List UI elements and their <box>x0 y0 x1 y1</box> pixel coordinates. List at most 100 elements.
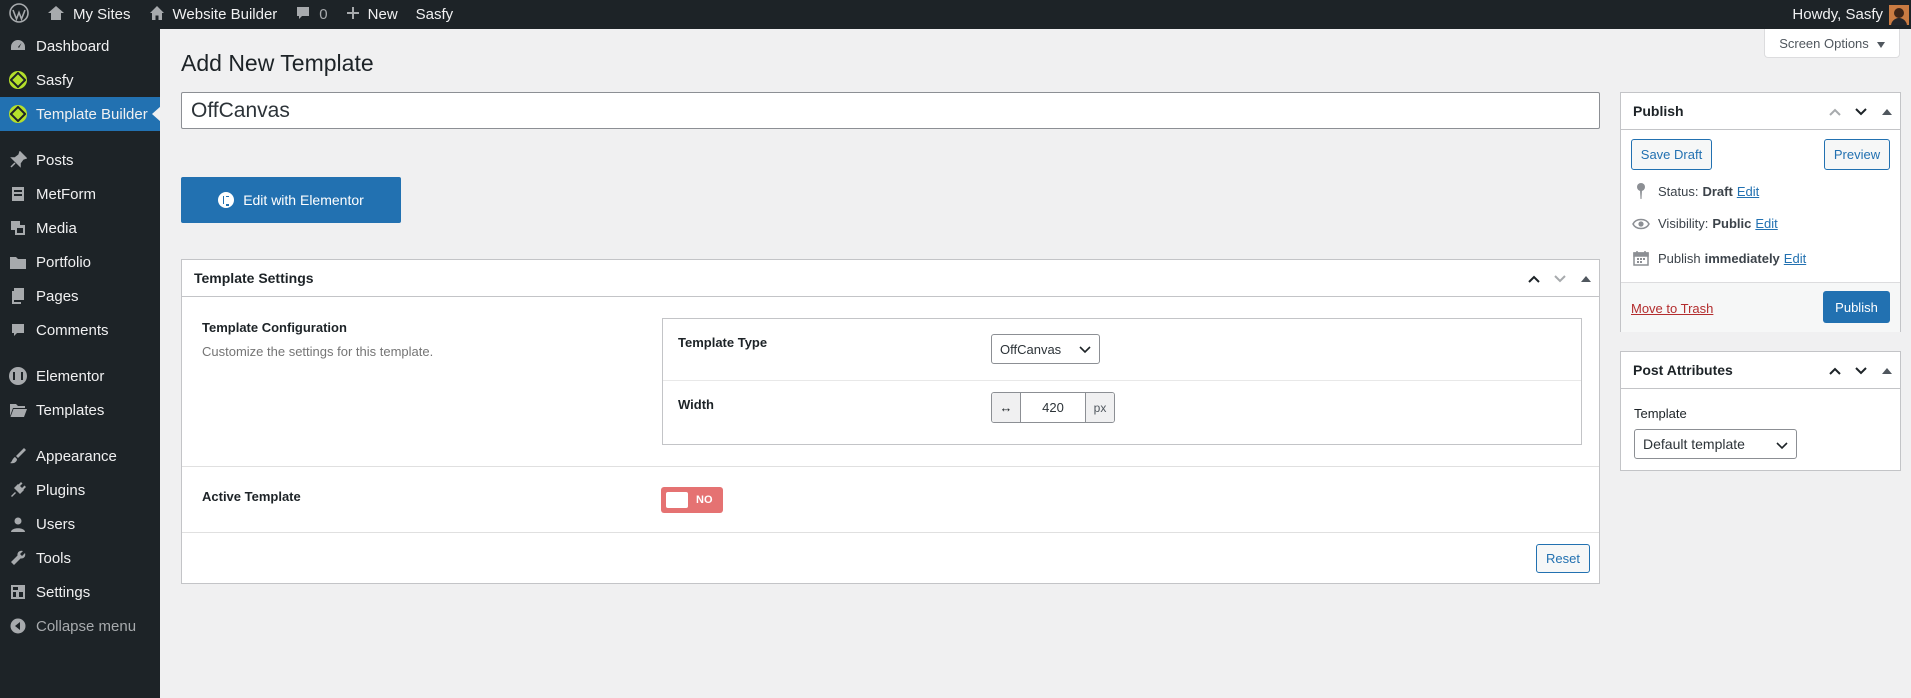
visibility-value: Public <box>1712 216 1752 231</box>
sidebar-item-label: Pages <box>36 287 79 305</box>
home-icon <box>149 5 165 25</box>
status-row: Status: Draft Edit <box>1631 182 1759 200</box>
sidebar-item-label: Plugins <box>36 481 86 499</box>
my-sites-link[interactable]: My Sites <box>38 0 140 29</box>
elementor-icon <box>218 192 235 208</box>
new-content-link[interactable]: New <box>337 0 407 29</box>
sasfy-link[interactable]: Sasfy <box>407 0 463 29</box>
sidebar-item-posts[interactable]: Posts <box>0 143 160 177</box>
pin-icon <box>1631 182 1651 200</box>
sidebar-item-label: Templates <box>36 401 105 419</box>
form-icon <box>9 185 27 203</box>
template-label: Template <box>1634 406 1687 421</box>
chevron-down-icon <box>1079 343 1091 358</box>
template-select-value: Default template <box>1643 436 1745 452</box>
folder-icon <box>9 253 27 271</box>
sidebar-item-label: Sasfy <box>36 71 74 89</box>
sidebar-item-label: Media <box>36 219 77 237</box>
site-name-label: Website Builder <box>172 6 278 23</box>
edit-visibility-link[interactable]: Edit <box>1755 216 1777 231</box>
sidebar-item-users[interactable]: Users <box>0 507 160 541</box>
box-controls <box>1822 93 1900 130</box>
toggle-state-label: NO <box>696 494 713 506</box>
width-unit: px <box>1085 393 1114 422</box>
reset-button[interactable]: Reset <box>1536 544 1590 573</box>
post-attributes-header: Post Attributes <box>1621 352 1900 389</box>
my-sites-label: My Sites <box>73 6 131 23</box>
visibility-label: Visibility: <box>1658 216 1709 231</box>
sidebar-item-sasfy[interactable]: Sasfy <box>0 63 160 97</box>
publish-button[interactable]: Publish <box>1823 291 1890 323</box>
publish-actions: Move to Trash Publish <box>1621 282 1900 332</box>
comment-icon <box>295 5 311 25</box>
move-up-icon[interactable] <box>1822 108 1848 116</box>
dashboard-icon <box>9 37 27 55</box>
media-icon <box>9 219 27 237</box>
sidebar-item-dashboard[interactable]: Dashboard <box>0 29 160 63</box>
sidebar-item-settings[interactable]: Settings <box>0 575 160 609</box>
sidebar-item-pages[interactable]: Pages <box>0 279 160 313</box>
sidebar-item-templates[interactable]: Templates <box>0 393 160 427</box>
configuration-fields: Template Type OffCanvas Width ↔ 420 px <box>662 318 1582 445</box>
sidebar-item-template-builder[interactable]: Template Builder <box>0 97 161 131</box>
sidebar-item-label: MetForm <box>36 185 96 203</box>
template-select[interactable]: Default template <box>1634 429 1797 459</box>
save-draft-button[interactable]: Save Draft <box>1631 139 1712 170</box>
eye-icon <box>1631 218 1651 230</box>
move-to-trash-link[interactable]: Move to Trash <box>1631 301 1713 316</box>
toggle-panel-icon[interactable] <box>1874 108 1900 115</box>
toggle-panel-icon[interactable] <box>1874 367 1900 374</box>
preview-button[interactable]: Preview <box>1824 139 1890 170</box>
width-input[interactable]: 420 <box>1021 393 1085 422</box>
collapse-menu-button[interactable]: Collapse menu <box>0 609 160 643</box>
sidebar-item-media[interactable]: Media <box>0 211 160 245</box>
sidebar-item-portfolio[interactable]: Portfolio <box>0 245 160 279</box>
move-down-icon[interactable] <box>1848 107 1874 116</box>
sidebar-item-elementor[interactable]: Elementor <box>0 359 160 393</box>
sidebar-item-label: Dashboard <box>36 37 110 55</box>
site-name-link[interactable]: Website Builder <box>140 0 287 29</box>
sidebar-item-metform[interactable]: MetForm <box>0 177 160 211</box>
publish-date-row: Publish immediately Edit <box>1631 250 1806 266</box>
templates-folder-icon <box>9 401 27 419</box>
template-builder-icon <box>9 105 27 123</box>
calendar-icon <box>1631 250 1651 266</box>
edit-with-elementor-button[interactable]: Edit with Elementor <box>181 177 401 223</box>
avatar <box>1889 4 1909 25</box>
width-arrows-icon: ↔ <box>992 393 1021 422</box>
publish-value: immediately <box>1704 250 1780 266</box>
chevron-down-icon <box>1776 438 1788 454</box>
user-icon <box>9 515 27 533</box>
settings-icon <box>9 583 27 601</box>
width-field: ↔ 420 px <box>991 392 1115 423</box>
move-up-icon[interactable] <box>1521 275 1547 283</box>
edit-with-elementor-label: Edit with Elementor <box>243 192 364 208</box>
post-title-input[interactable] <box>181 92 1600 129</box>
sasfy-icon <box>9 71 27 89</box>
sidebar-item-plugins[interactable]: Plugins <box>0 473 160 507</box>
move-up-icon[interactable] <box>1822 367 1848 375</box>
toggle-panel-icon[interactable] <box>1573 275 1599 282</box>
edit-publish-date-link[interactable]: Edit <box>1784 251 1806 266</box>
sidebar-item-label: Portfolio <box>36 253 92 271</box>
move-down-icon[interactable] <box>1547 274 1573 283</box>
comments-link[interactable]: 0 <box>286 0 336 29</box>
account-menu[interactable]: Howdy, Sasfy <box>1783 0 1911 29</box>
sidebar-item-appearance[interactable]: Appearance <box>0 439 160 473</box>
template-type-label: Template Type <box>678 335 768 350</box>
template-type-select[interactable]: OffCanvas <box>991 334 1100 364</box>
sidebar-item-tools[interactable]: Tools <box>0 541 160 575</box>
screen-options-button[interactable]: Screen Options <box>1764 29 1900 58</box>
edit-status-link[interactable]: Edit <box>1737 184 1759 199</box>
active-template-toggle[interactable]: NO <box>661 487 723 513</box>
wordpress-logo[interactable] <box>0 0 38 29</box>
move-down-icon[interactable] <box>1848 366 1874 375</box>
sidebar-item-label: Appearance <box>36 447 117 465</box>
brush-icon <box>9 447 27 465</box>
template-settings-title: Template Settings <box>194 270 314 286</box>
sidebar-item-comments[interactable]: Comments <box>0 313 160 347</box>
template-type-value: OffCanvas <box>1000 341 1062 357</box>
sasfy-label: Sasfy <box>415 6 454 23</box>
screen-options-label: Screen Options <box>1779 35 1869 51</box>
sidebar-item-label: Posts <box>36 151 74 169</box>
